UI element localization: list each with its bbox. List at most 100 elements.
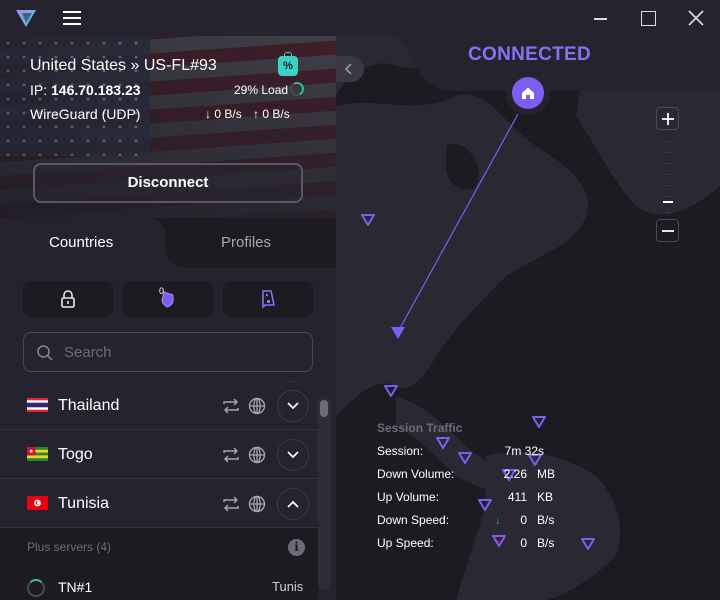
netshield-button[interactable]: 0 [123,281,213,317]
tabs: Countries Profiles [0,218,336,268]
traffic-value: 7m 32s [504,444,544,458]
lock-icon [61,290,75,308]
collapse-sidebar-button[interactable] [336,56,364,82]
device-icon [262,290,275,309]
country-name: Thailand [58,397,120,414]
zoom-tick [665,174,671,175]
session-traffic: Session Traffic Session: 7m 32s Down Vol… [377,421,607,559]
close-icon [688,10,704,26]
traffic-unit: KB [537,490,554,504]
map-view[interactable]: CONNECTED Session Traffic Session: 7m 32… [336,36,720,600]
server-city: Tunis [272,579,304,594]
search-field [23,332,313,372]
country-row-thailand[interactable]: Thailand [0,381,318,430]
p2p-icon [223,496,239,512]
zoom-tick [665,185,671,186]
country-row-togo[interactable]: Togo [0,430,318,479]
traffic-value: 0 [520,536,527,550]
up-arrow-icon: ↑ [495,536,501,550]
server-name: US-FL#93 [143,57,217,74]
upload-speed: ↑ 0 B/s [253,107,290,121]
country-name: Tunisia [58,495,109,512]
tab-countries-label: Countries [49,234,114,251]
traffic-label: Down Volume: [377,467,455,481]
collapse-button[interactable] [277,488,309,520]
country-list: Thailand Togo Tunisia Plus servers (4) i… [0,381,318,600]
secure-core-button[interactable] [23,281,113,317]
zoom-level-handle[interactable] [663,201,673,203]
traffic-unit: B/s [537,513,555,527]
expand-button[interactable] [277,439,309,471]
traffic-row-session: Session: 7m 32s [377,444,607,467]
traffic-row-down-volume: Down Volume: 2.26 MB [377,467,607,490]
connected-server: United States » US-FL#93 [30,57,217,75]
scrollbar-track[interactable] [318,396,330,590]
promo-offer-icon[interactable]: % [278,52,298,76]
disconnect-button[interactable]: Disconnect [33,163,303,203]
country-row-tunisia[interactable]: Tunisia [0,479,318,528]
zoom-in-button[interactable] [656,107,679,130]
tunisia-servers: Plus servers (4) i TN#1 Tunis [0,528,318,600]
flag-tunisia-icon [27,496,48,510]
download-speed: ↓ 0 B/s [205,107,242,121]
tab-profiles-label: Profiles [221,234,272,251]
traffic-label: Up Speed: [377,536,434,550]
traffic-row-up-volume: Up Volume: 411 KB [377,490,607,513]
minimize-button[interactable] [588,6,612,30]
ip-label: IP: [30,82,48,98]
p2p-icon [223,398,239,414]
hamburger-menu-icon[interactable] [63,11,81,25]
minus-icon [662,230,674,232]
zoom-tick [665,163,671,164]
traffic-row-up-speed: Up Speed: ↑ 0 B/s [377,536,607,559]
traffic-value: 0 [520,513,527,527]
zoom-tick [665,141,671,142]
ip-address-line: IP: 146.70.183.23 [30,82,141,98]
info-icon[interactable]: i [288,539,305,556]
down-arrow-icon: ↓ [495,513,501,527]
close-button[interactable] [684,6,708,30]
feature-buttons: 0 [23,281,313,317]
plus-icon [662,113,674,125]
traffic-value: 411 [507,490,527,504]
server-row[interactable]: TN#1 Tunis [0,576,318,600]
chevron-up-icon [287,500,299,508]
scrollbar-thumb[interactable] [320,400,328,417]
traffic-label: Up Volume: [377,490,440,504]
globe-icon [248,397,266,415]
country-name: Togo [58,446,93,463]
server-name: TN#1 [58,579,93,595]
traffic-row-down-speed: Down Speed: ↓ 0 B/s [377,513,607,536]
flag-thailand-icon [27,398,48,412]
zoom-tick [665,152,671,153]
server-marker[interactable] [360,213,376,227]
session-traffic-title: Session Traffic [377,421,463,435]
tab-profiles[interactable]: Profiles [175,218,336,268]
shield-icon [161,291,174,308]
globe-icon [248,495,266,513]
tab-countries[interactable]: Countries [0,218,185,268]
expand-button[interactable] [277,390,309,422]
server-marker-active[interactable] [390,326,406,340]
current-speeds: ↓ 0 B/s ↑ 0 B/s [205,107,290,121]
server-country: United States [30,57,127,74]
flag-togo-icon [27,447,48,461]
chevron-left-icon [345,63,352,75]
left-panel: United States » US-FL#93 IP: 146.70.183.… [0,36,336,600]
server-marker[interactable] [383,384,399,398]
traffic-unit: MB [537,467,555,481]
zoom-tick [665,212,671,213]
separator: » [130,57,140,74]
zoom-out-button[interactable] [656,219,679,242]
chevron-down-icon [287,451,299,459]
traffic-label: Down Speed: [377,513,450,527]
load-ring-icon [27,579,45,597]
kill-switch-button[interactable] [223,281,313,317]
protocol: WireGuard (UDP) [30,106,141,122]
proton-vpn-logo [16,10,36,27]
search-input[interactable] [64,341,294,363]
search-icon [37,345,53,361]
traffic-value: 2.26 [503,467,527,481]
maximize-button[interactable] [636,6,660,30]
chevron-down-icon [287,402,299,410]
